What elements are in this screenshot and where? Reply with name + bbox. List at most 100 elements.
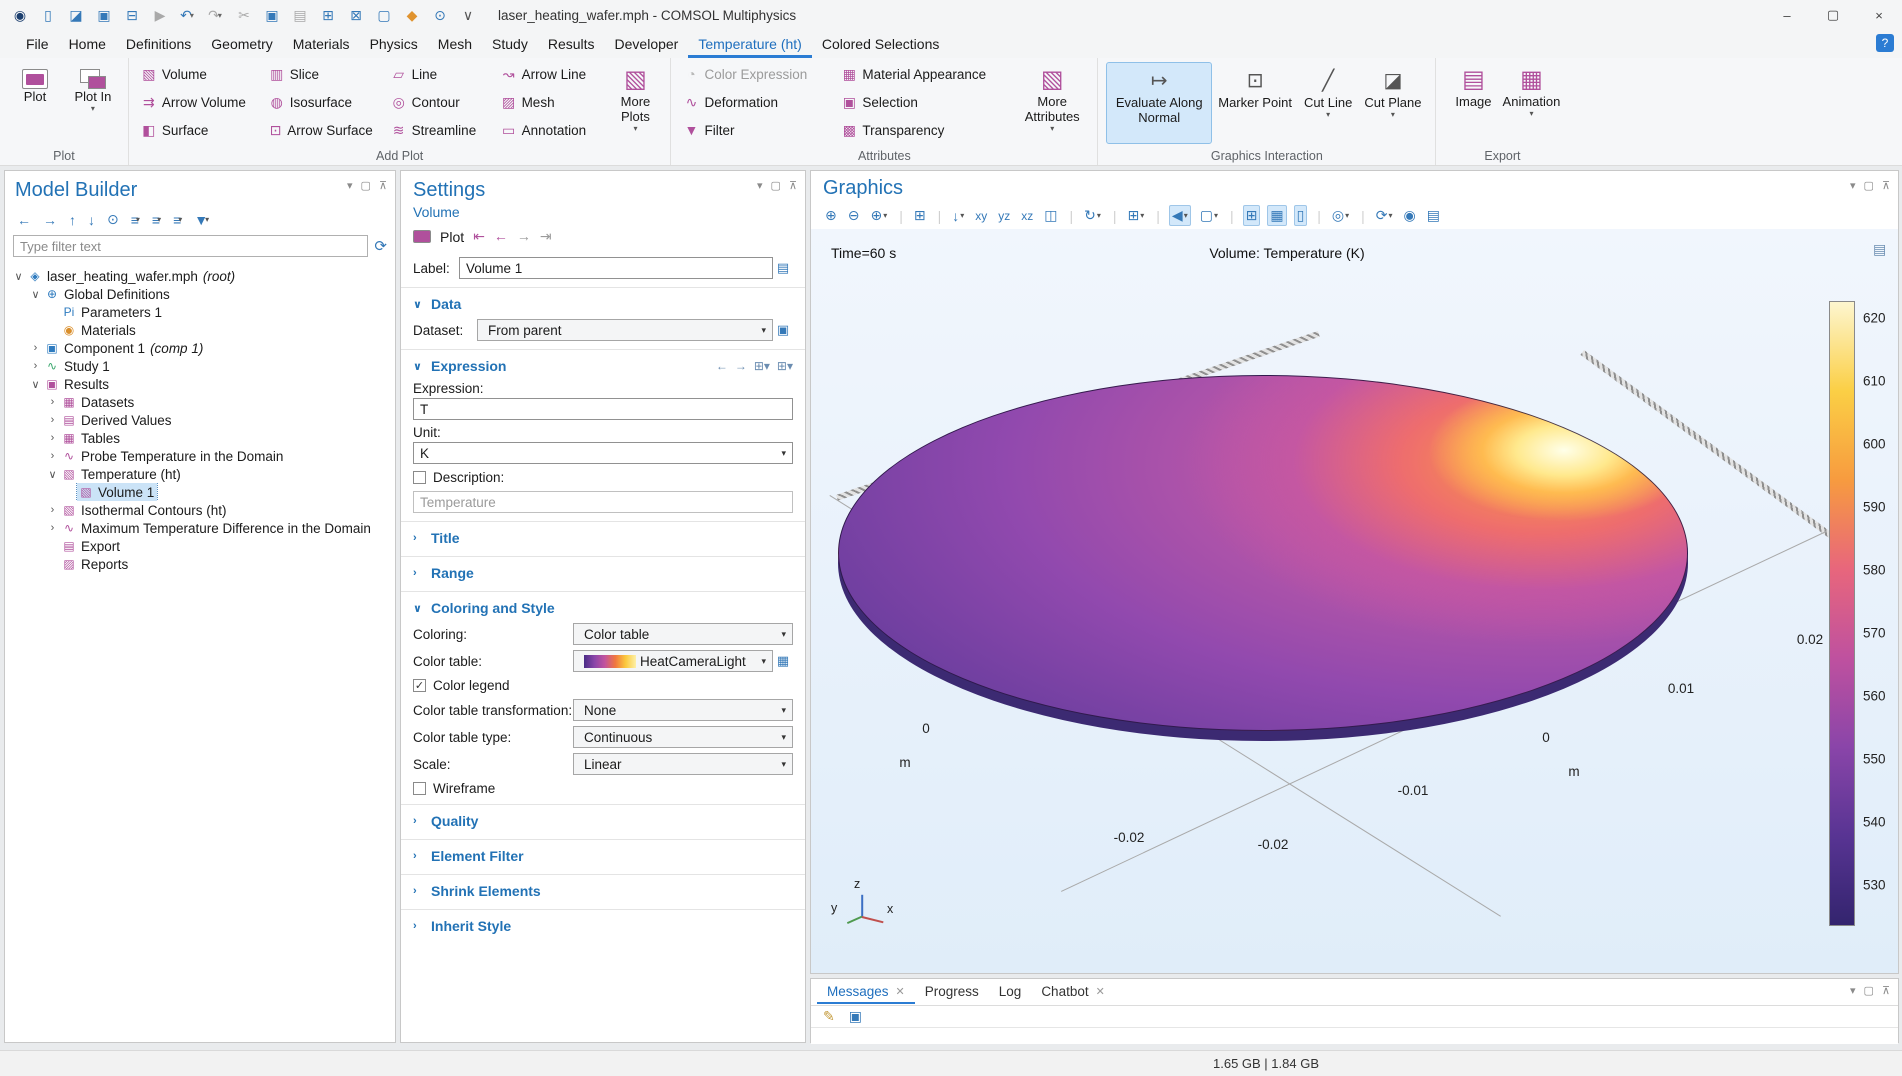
float-panel-icon[interactable]: ▢ [1864, 984, 1874, 997]
dropdown-caret-icon[interactable]: ▾ [1140, 211, 1144, 220]
quick-access-icon[interactable]: ▣ [260, 4, 284, 26]
tree-expander-icon[interactable]: › [28, 360, 43, 372]
coloring-select[interactable]: Color table▾ [573, 623, 793, 645]
model-builder-toolbar-icon[interactable]: → [41, 211, 59, 229]
tree-item[interactable]: ▧Volume 1 [5, 483, 395, 501]
graphics-toolbar-icon[interactable]: | [1110, 207, 1119, 225]
graphics-toolbar-icon[interactable]: ▢▾ [1198, 206, 1220, 225]
quick-access-icon[interactable]: ▢ [372, 4, 396, 26]
tree-item[interactable]: ›▦Datasets [5, 393, 395, 411]
graphics-toolbar-icon[interactable]: | [1066, 207, 1075, 225]
tree-item[interactable]: ∨▣Results [5, 375, 395, 393]
ribbon-item[interactable]: ◧Surface [137, 118, 255, 142]
tree-item[interactable]: ▤Export [5, 537, 395, 555]
tree-item[interactable]: ›▦Tables [5, 429, 395, 447]
graphics-toolbar-icon[interactable]: ▤ [1425, 206, 1442, 225]
quick-access-icon[interactable]: ↶▾ [176, 4, 200, 26]
graphics-toolbar-icon[interactable]: ⟳▾ [1374, 206, 1395, 225]
tree-expander-icon[interactable]: › [45, 522, 60, 534]
tree-expander-icon[interactable]: › [45, 432, 60, 444]
ribbon-item[interactable]: ▧Volume [137, 62, 255, 86]
color-table-type-select[interactable]: Continuous▾ [573, 726, 793, 748]
ribbon-tab[interactable]: Physics [360, 32, 428, 58]
tree-expander-icon[interactable]: ∨ [45, 468, 60, 481]
ribbon-item[interactable]: ▼Filter [679, 118, 827, 142]
messages-toolbar-icon[interactable]: ✎ [821, 1007, 837, 1026]
graphics-toolbar-icon[interactable]: | [1153, 207, 1162, 225]
float-panel-icon[interactable]: ▢ [771, 179, 781, 192]
ribbon-item[interactable]: ▣Selection [837, 90, 1005, 114]
tree-item[interactable]: ▨Reports [5, 555, 395, 573]
tree-item[interactable]: ›∿Maximum Temperature Difference in the … [5, 519, 395, 537]
dropdown-caret-icon[interactable]: ▾ [1214, 211, 1218, 220]
graphics-toolbar-icon[interactable]: ◀▾ [1169, 205, 1191, 226]
graphics-toolbar-icon[interactable]: ⊞▾ [1126, 206, 1147, 225]
tree-item[interactable]: ∨◈laser_heating_wafer.mph(root) [5, 267, 395, 285]
wireframe-checkbox[interactable] [413, 782, 426, 795]
graphics-toolbar-icon[interactable]: ⊞ [1243, 205, 1261, 226]
graphics-toolbar-icon[interactable]: ↓▾ [950, 207, 966, 225]
prev-expression-icon[interactable]: ← [716, 359, 728, 373]
section-header-collapsed[interactable]: ›Inherit Style [401, 916, 805, 936]
graphics-toolbar-icon[interactable]: ⊕ [823, 206, 839, 225]
quick-access-icon[interactable]: ▤ [288, 4, 312, 26]
scale-select[interactable]: Linear▾ [573, 753, 793, 775]
graphics-toolbar-icon[interactable]: ▯ [1294, 205, 1308, 226]
pin-panel-icon[interactable]: ⊼ [1882, 179, 1890, 192]
tree-item[interactable]: ∨▧Temperature (ht) [5, 465, 395, 483]
tree-item[interactable]: ›∿Study 1 [5, 357, 395, 375]
graphics-toolbar-icon[interactable]: xz [1019, 208, 1035, 224]
dropdown-caret-icon[interactable]: ▾ [190, 11, 194, 20]
graphics-toolbar-icon[interactable]: xy [973, 208, 989, 224]
float-panel-icon[interactable]: ▢ [1864, 179, 1874, 192]
wafer-temperature-surface[interactable] [838, 375, 1688, 731]
model-builder-toolbar-icon[interactable]: ↓ [86, 211, 97, 229]
more-attributes-button[interactable]: ▧ More Attributes ▾ [1015, 62, 1089, 144]
description-input[interactable] [413, 491, 793, 513]
tree-expander-icon[interactable]: › [45, 450, 60, 462]
plot-nav-icon[interactable]: ← [494, 228, 508, 245]
graphics-toolbar-icon[interactable]: ⊕▾ [868, 206, 889, 225]
tree-expander-icon[interactable]: ∨ [28, 288, 43, 301]
graphics-toolbar-icon[interactable]: ◉ [1402, 206, 1418, 225]
graphics-toolbar-icon[interactable]: yz [996, 208, 1012, 224]
quick-access-icon[interactable]: ◆ [400, 4, 424, 26]
section-header-collapsed[interactable]: ›Element Filter [401, 846, 805, 866]
plot-nav-icon[interactable]: ⇥ [540, 228, 552, 245]
quick-access-icon[interactable]: ◉ [8, 4, 32, 26]
quick-access-icon[interactable]: ◪ [64, 4, 88, 26]
replace-expression-icon[interactable]: ⊞▾ [754, 359, 770, 373]
section-header-collapsed[interactable]: ›Range [401, 563, 805, 583]
graphics-interaction-button[interactable]: ↦Evaluate Along Normal [1106, 62, 1212, 144]
panel-menu-icon[interactable]: ▾ [757, 179, 763, 192]
unit-select[interactable]: K▾ [413, 442, 793, 464]
model-builder-toolbar-icon[interactable]: ↑ [67, 211, 78, 229]
model-builder-toolbar-icon[interactable]: ⊙ [105, 210, 121, 229]
tree-item[interactable]: ∨⊕Global Definitions [5, 285, 395, 303]
panel-menu-icon[interactable]: ▾ [1850, 984, 1856, 997]
ribbon-tab[interactable]: Definitions [116, 32, 201, 58]
plot-nav-icon[interactable]: ⇤ [473, 228, 485, 245]
section-header-collapsed[interactable]: ›Shrink Elements [401, 881, 805, 901]
maximize-button[interactable]: ▢ [1810, 0, 1856, 30]
graphics-toolbar-icon[interactable]: ◫ [1042, 206, 1059, 225]
tree-item[interactable]: ›▧Isothermal Contours (ht) [5, 501, 395, 519]
quick-access-icon[interactable]: ↷▾ [204, 4, 228, 26]
plot-nav-icon[interactable]: → [517, 228, 531, 245]
dropdown-caret-icon[interactable]: ▾ [1389, 211, 1393, 220]
tree-expander-icon[interactable]: ∨ [28, 378, 43, 391]
close-tab-icon[interactable]: ✕ [896, 985, 905, 998]
tree-item[interactable]: ›▣Component 1(comp 1) [5, 339, 395, 357]
plot-area[interactable]: Time=60 s Volume: Temperature (K) ▤ z y … [811, 229, 1898, 973]
ribbon-item[interactable]: ≋Streamline [387, 118, 487, 142]
section-header-collapsed[interactable]: ›Quality [401, 811, 805, 831]
float-panel-icon[interactable]: ▢ [361, 179, 371, 192]
model-builder-toolbar-icon[interactable]: ≡▾ [150, 211, 163, 229]
quick-access-icon[interactable]: ∨ [456, 4, 480, 26]
quick-access-icon[interactable]: ▣ [92, 4, 116, 26]
quick-access-icon[interactable]: ▶ [148, 4, 172, 26]
panel-menu-icon[interactable]: ▾ [1850, 179, 1856, 192]
information-tab[interactable]: Chatbot✕ [1031, 980, 1115, 1004]
plot-document-icon[interactable]: ▤ [1873, 241, 1886, 258]
ribbon-tab[interactable]: Temperature (ht) [688, 32, 811, 58]
